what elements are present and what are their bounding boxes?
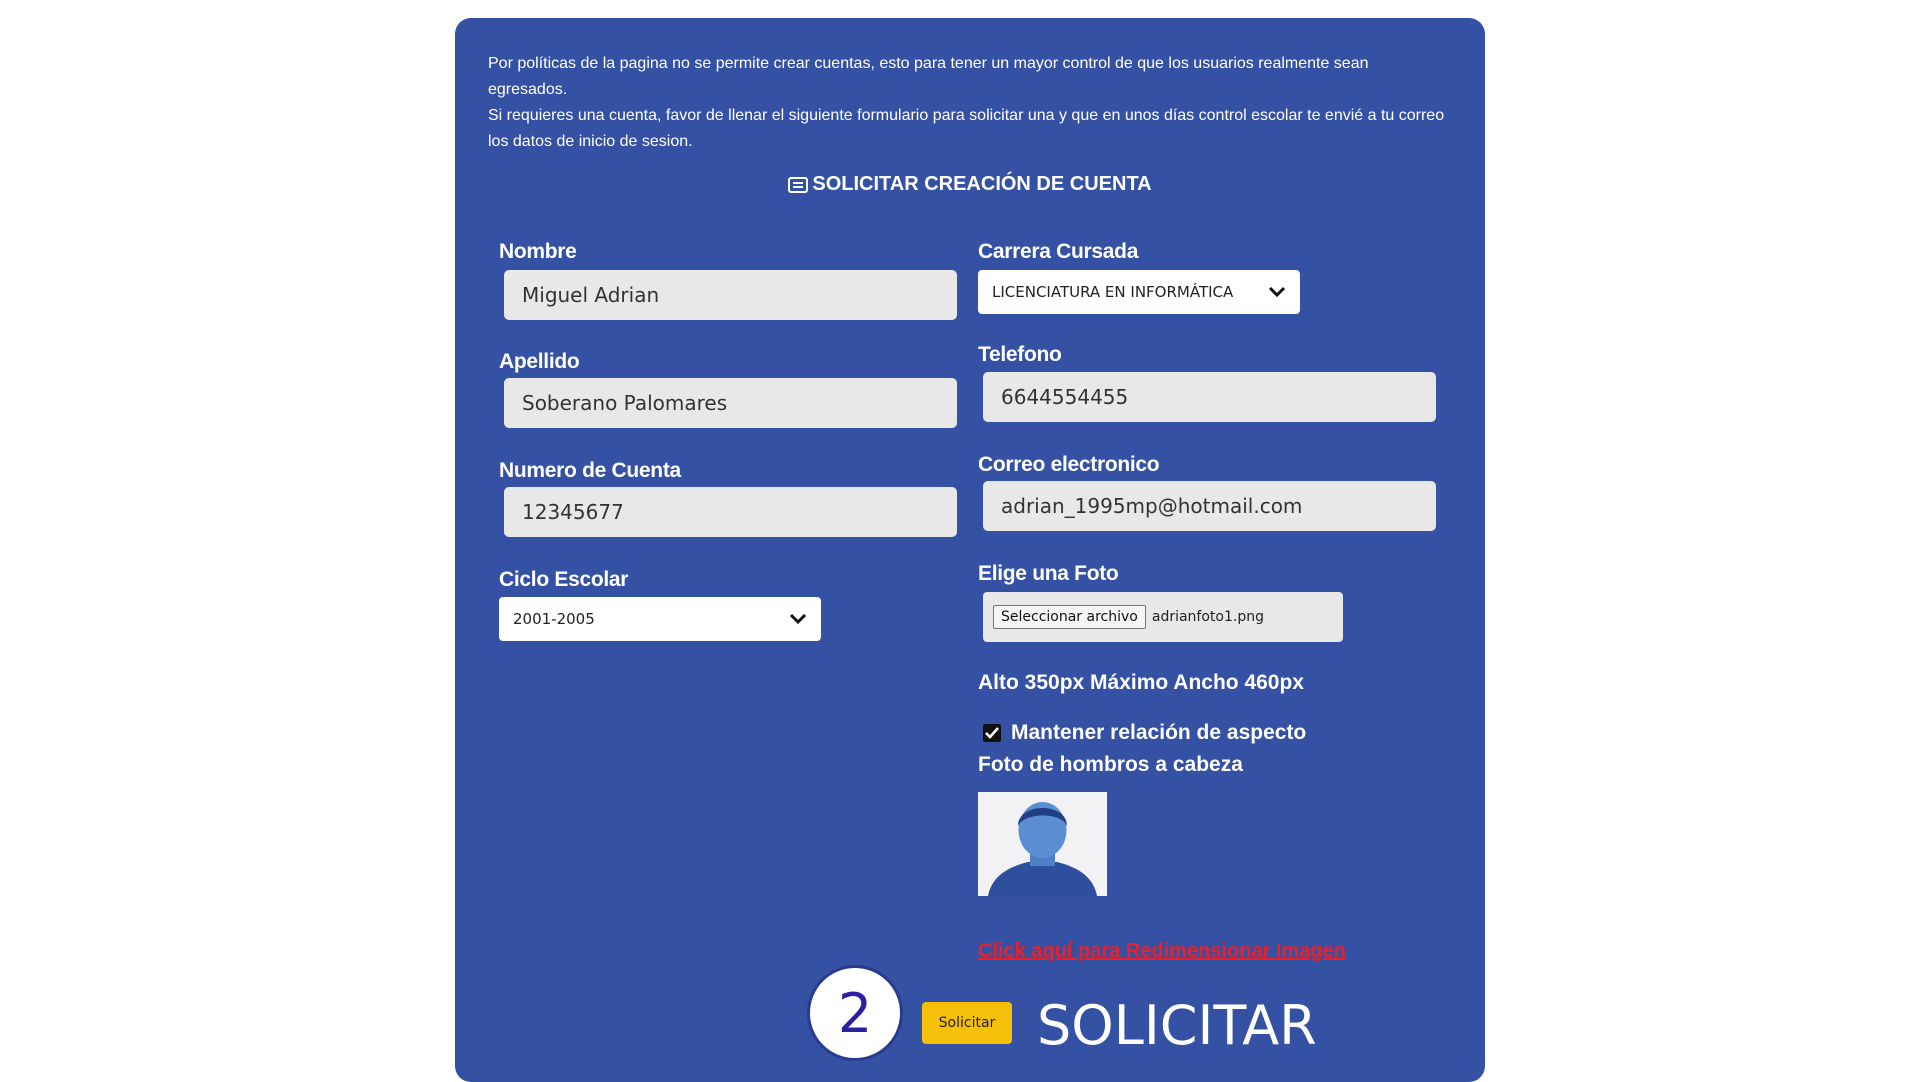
nombre-input[interactable]: Miguel Adrian (504, 270, 957, 320)
aspect-ratio-label: Mantener relación de aspecto (1011, 721, 1307, 744)
carrera-value: LICENCIATURA EN INFORMÁTICA (992, 283, 1234, 301)
file-input[interactable]: Seleccionar archivo adrianfoto1.png (983, 592, 1343, 642)
ciclo-escolar-select[interactable]: 2001-2005 (499, 597, 821, 641)
photo-preview (978, 792, 1107, 896)
intro-text: Por políticas de la pagina no se permite… (488, 51, 1448, 155)
photo-size-note: Alto 350px Máximo Ancho 460px (978, 671, 1304, 694)
section-title: SOLICITAR CREACIÓN DE CUENTA (455, 173, 1485, 196)
correo-label: Correo electronico (978, 453, 1160, 476)
ciclo-escolar-value: 2001-2005 (513, 610, 595, 628)
nombre-label: Nombre (499, 240, 577, 263)
form-icon (788, 176, 809, 193)
numero-cuenta-label: Numero de Cuenta (499, 459, 681, 482)
submit-button[interactable]: Solicitar (922, 1002, 1012, 1044)
telefono-input[interactable]: 6644554455 (983, 372, 1436, 422)
apellido-input[interactable]: Soberano Palomares (504, 378, 957, 428)
file-name: adrianfoto1.png (1151, 609, 1264, 625)
aspect-ratio-checkbox[interactable] (983, 724, 1001, 742)
intro-line-1: Por políticas de la pagina no se permite… (488, 55, 1369, 98)
choose-file-button[interactable]: Seleccionar archivo (993, 605, 1146, 629)
person-silhouette-icon (978, 792, 1107, 896)
step-number-badge: 2 (807, 965, 903, 1061)
section-title-text: SOLICITAR CREACIÓN DE CUENTA (812, 173, 1152, 195)
intro-line-2: Si requieres una cuenta, favor de llenar… (488, 107, 1445, 150)
carrera-select[interactable]: LICENCIATURA EN INFORMÁTICA (978, 270, 1300, 314)
chevron-down-icon (1268, 286, 1286, 298)
checkmark-icon (985, 727, 999, 739)
correo-input[interactable]: adrian_1995mp@hotmail.com (983, 481, 1436, 531)
carrera-label: Carrera Cursada (978, 240, 1139, 263)
photo-framing-note: Foto de hombros a cabeza (978, 753, 1243, 776)
telefono-label: Telefono (978, 343, 1062, 366)
apellido-label: Apellido (499, 350, 580, 373)
resize-image-link[interactable]: Click aquí para Redimensionar Imagen (978, 940, 1346, 963)
numero-cuenta-input[interactable]: 12345677 (504, 487, 957, 537)
submit-callout-label: SOLICITAR (1037, 994, 1317, 1057)
request-account-panel: Por políticas de la pagina no se permite… (455, 18, 1485, 1082)
aspect-ratio-option[interactable]: Mantener relación de aspecto (983, 721, 1306, 745)
ciclo-escolar-label: Ciclo Escolar (499, 568, 629, 591)
chevron-down-icon (789, 613, 807, 625)
foto-label: Elige una Foto (978, 562, 1119, 585)
